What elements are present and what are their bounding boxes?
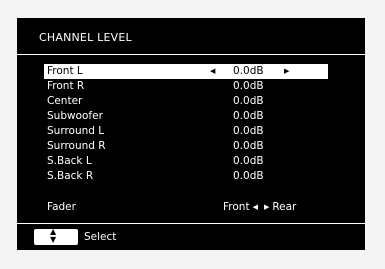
channel-label: S.Back R <box>47 170 94 182</box>
page-title: CHANNEL LEVEL <box>39 31 132 44</box>
hint-divider <box>17 223 365 224</box>
title-divider <box>17 54 365 55</box>
channel-row-front-l[interactable]: Front L ◀ 0.0dB ▶ <box>44 64 328 79</box>
channel-label: Center <box>47 95 83 107</box>
channel-value: 0.0dB <box>233 95 264 107</box>
channel-label: Surround R <box>47 140 106 152</box>
channel-row-front-r[interactable]: Front R 0.0dB <box>44 79 280 94</box>
fader-value: Front ◀ ▶ Rear <box>223 201 296 213</box>
right-arrow-icon[interactable]: ▶ <box>284 64 289 79</box>
channel-row-surround-r[interactable]: Surround R 0.0dB <box>44 139 280 154</box>
hint-label: Select <box>84 231 117 243</box>
channel-row-subwoofer[interactable]: Subwoofer 0.0dB <box>44 109 280 124</box>
channel-row-sback-r[interactable]: S.Back R 0.0dB <box>44 169 280 184</box>
fader-front-label: Front <box>223 201 250 213</box>
channel-value: 0.0dB <box>233 80 264 92</box>
channel-list: Front L ◀ 0.0dB ▶ Front R 0.0dB Center 0… <box>44 64 328 184</box>
left-arrow-icon[interactable]: ◀ <box>210 64 215 79</box>
left-arrow-icon[interactable]: ◀ <box>253 203 258 211</box>
channel-label: Front R <box>47 80 85 92</box>
right-arrow-icon[interactable]: ▶ <box>264 203 269 211</box>
channel-label: Subwoofer <box>47 110 103 122</box>
fader-rear-label: Rear <box>272 201 297 213</box>
channel-value: 0.0dB <box>233 125 264 137</box>
channel-label: Surround L <box>47 125 105 137</box>
channel-value: 0.0dB <box>233 65 264 77</box>
channel-row-surround-l[interactable]: Surround L 0.0dB <box>44 124 280 139</box>
key-hint: ▲ ▼ Select <box>34 227 117 245</box>
channel-value: 0.0dB <box>233 155 264 167</box>
updown-arrows-icon: ▲ ▼ <box>50 227 57 244</box>
osd-screen: CHANNEL LEVEL Front L ◀ 0.0dB ▶ Front R … <box>17 18 365 250</box>
channel-row-sback-l[interactable]: S.Back L 0.0dB <box>44 154 280 169</box>
channel-value: 0.0dB <box>233 170 264 182</box>
channel-value: 0.0dB <box>233 140 264 152</box>
channel-label: S.Back L <box>47 155 92 167</box>
fader-label: Fader <box>47 201 76 213</box>
channel-label: Front L <box>47 65 83 77</box>
channel-row-center[interactable]: Center 0.0dB <box>44 94 280 109</box>
updown-key-icon: ▲ ▼ <box>34 227 78 245</box>
channel-value: 0.0dB <box>233 110 264 122</box>
